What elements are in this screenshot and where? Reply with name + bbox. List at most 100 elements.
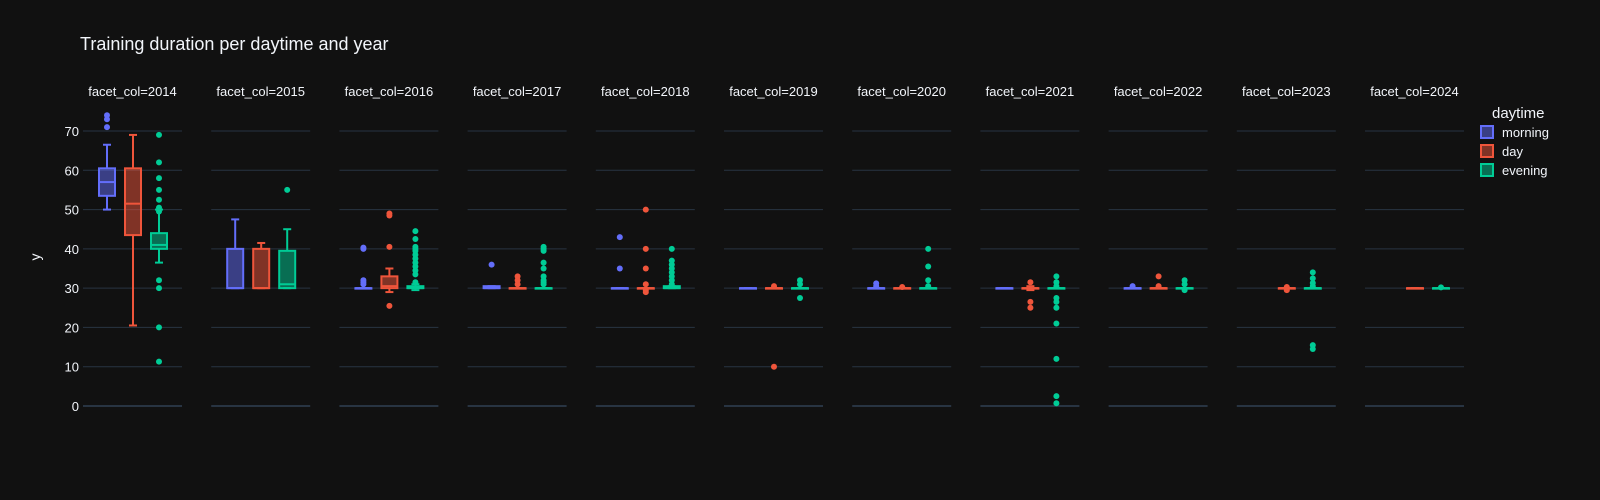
- outlier-point: [616, 234, 623, 241]
- facet-label: facet_col=2020: [857, 84, 946, 99]
- outlier-point: [1027, 304, 1034, 311]
- outlier-point: [156, 196, 162, 203]
- outlier-point: [156, 159, 162, 166]
- outlier-point: [1181, 277, 1188, 284]
- facet-label: facet_col=2018: [601, 84, 690, 99]
- outlier-point: [1155, 283, 1162, 290]
- outlier-point: [797, 294, 803, 301]
- outlier-point: [1309, 269, 1316, 276]
- outlier-point: [1309, 342, 1316, 349]
- legend-item-day: day: [1480, 144, 1523, 159]
- outlier-point: [104, 124, 110, 131]
- outlier-point: [642, 265, 649, 272]
- outlier-point: [156, 204, 162, 211]
- outlier-point: [642, 287, 649, 294]
- box-body: [226, 247, 245, 290]
- outlier-point: [1309, 275, 1316, 282]
- outlier-point: [1438, 284, 1444, 291]
- outlier-point: [1181, 287, 1188, 294]
- outlier-point: [156, 285, 162, 292]
- y-axis-title: y: [27, 254, 43, 261]
- outlier-point: [156, 131, 162, 138]
- outlier-point: [925, 263, 932, 270]
- outlier-point: [386, 210, 393, 217]
- outlier-point: [899, 283, 906, 290]
- y-tick-label: 0: [72, 399, 79, 414]
- outlier-point: [386, 302, 393, 309]
- legend-label: morning: [1502, 125, 1549, 140]
- box-body: [150, 232, 168, 250]
- legend-swatch: [1480, 125, 1494, 139]
- box-day: [1406, 287, 1424, 290]
- outlier-point: [771, 363, 777, 370]
- box-body: [278, 249, 297, 290]
- box-body: [124, 167, 142, 237]
- outlier-point: [668, 245, 675, 252]
- legend-swatch: [1480, 144, 1494, 158]
- y-tick-label: 50: [65, 203, 79, 218]
- facet-label: facet_col=2014: [88, 84, 177, 99]
- outlier-point: [1053, 304, 1060, 311]
- outlier-point: [873, 280, 880, 287]
- outlier-point: [1027, 298, 1034, 305]
- outlier-point: [642, 281, 649, 288]
- y-tick-label: 20: [65, 320, 79, 335]
- outlier-point: [540, 265, 547, 272]
- outlier-point: [488, 261, 495, 268]
- outlier-point: [1053, 393, 1060, 400]
- outlier-point: [642, 206, 649, 213]
- outlier-point: [412, 228, 419, 235]
- outlier-point: [156, 175, 162, 182]
- outlier-point: [1053, 320, 1060, 327]
- outlier-point: [1053, 400, 1060, 407]
- outlier-point: [156, 186, 162, 193]
- outlier-point: [540, 259, 547, 266]
- outlier-point: [412, 236, 419, 243]
- y-tick-label: 10: [65, 360, 79, 375]
- box-day: [252, 241, 271, 290]
- outlier-point: [642, 245, 649, 252]
- legend-title: daytime: [1492, 105, 1545, 122]
- legend-label: day: [1502, 144, 1523, 159]
- facet-label: facet_col=2024: [1370, 84, 1459, 99]
- outlier-point: [1053, 279, 1060, 286]
- y-tick-label: 60: [65, 163, 79, 178]
- outlier-point: [156, 324, 162, 331]
- outlier-point: [1027, 279, 1034, 286]
- legend-item-evening: evening: [1480, 163, 1548, 178]
- facet-label: facet_col=2016: [345, 84, 434, 99]
- outlier-point: [1129, 283, 1136, 290]
- outlier-point: [1155, 273, 1162, 280]
- outlier-point: [386, 243, 393, 250]
- facet-label: facet_col=2023: [1242, 84, 1331, 99]
- outlier-point: [925, 245, 932, 252]
- box-body: [252, 247, 271, 290]
- outlier-point: [925, 277, 932, 284]
- box-morning: [739, 287, 757, 290]
- outlier-point: [668, 257, 675, 264]
- outlier-point: [540, 243, 547, 250]
- facet-label: facet_col=2019: [729, 84, 818, 99]
- chart-title: Training duration per daytime and year: [80, 34, 389, 54]
- chart-canvas: Training duration per daytime and year f…: [0, 0, 1600, 500]
- y-tick-label: 70: [65, 124, 79, 139]
- legend-label: evening: [1502, 163, 1548, 178]
- outlier-point: [412, 279, 419, 286]
- outlier-point: [514, 273, 521, 280]
- outlier-point: [1053, 294, 1060, 301]
- facet-label: facet_col=2015: [216, 84, 305, 99]
- facet-label: facet_col=2021: [986, 84, 1075, 99]
- outlier-point: [360, 277, 367, 284]
- outlier-point: [412, 243, 419, 250]
- outlier-point: [925, 283, 932, 290]
- box-morning: [995, 287, 1014, 290]
- outlier-point: [156, 277, 162, 284]
- legend-item-morning: morning: [1480, 125, 1549, 140]
- outlier-point: [104, 112, 110, 119]
- outlier-point: [1053, 273, 1060, 280]
- outlier-point: [616, 265, 623, 272]
- facet-label: facet_col=2017: [473, 84, 562, 99]
- outlier-point: [540, 273, 547, 280]
- outlier-point: [1053, 355, 1060, 362]
- outlier-point: [771, 283, 777, 290]
